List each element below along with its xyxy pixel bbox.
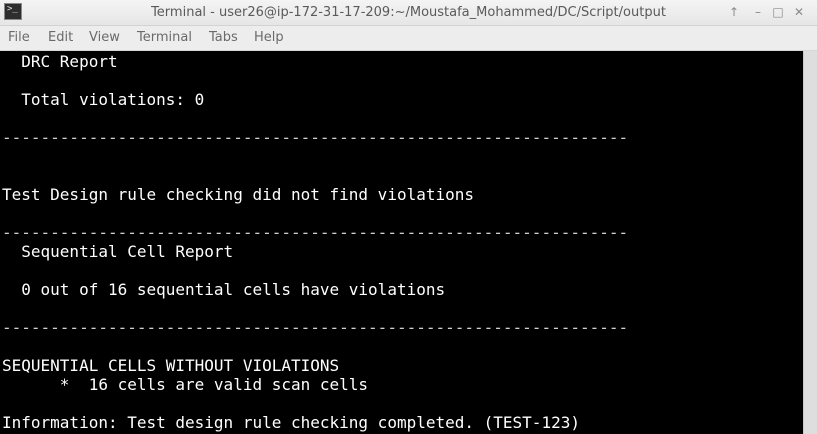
- separator-line: ----------------------------------------…: [2, 318, 629, 337]
- terminal-line: * 16 cells are valid scan cells: [2, 375, 369, 394]
- terminal-line: DRC Report: [2, 52, 118, 71]
- terminal-line: Information: Test design rule checking c…: [2, 413, 580, 432]
- terminal-window: >_ Terminal - user26@ip-172-31-17-209:~/…: [0, 0, 817, 434]
- restore-button[interactable]: □: [768, 2, 788, 22]
- menu-view[interactable]: View: [89, 26, 120, 50]
- terminal-line: Test Design rule checking did not find v…: [2, 185, 475, 204]
- minimize-button[interactable]: –: [748, 2, 768, 22]
- menu-terminal[interactable]: Terminal: [137, 26, 192, 50]
- terminal-line: Sequential Cell Report: [2, 242, 234, 261]
- menu-help[interactable]: Help: [254, 26, 284, 50]
- title-bar[interactable]: >_ Terminal - user26@ip-172-31-17-209:~/…: [0, 0, 817, 26]
- menu-tabs[interactable]: Tabs: [209, 26, 238, 50]
- close-button[interactable]: ✕: [789, 2, 809, 22]
- menu-bar: File Edit View Terminal Tabs Help: [0, 26, 817, 51]
- terminal-line: Total violations: 0: [2, 90, 205, 109]
- maximize-up-button[interactable]: ↑: [724, 2, 744, 22]
- menu-file[interactable]: File: [8, 26, 30, 50]
- terminal-output[interactable]: DRC Report Total violations: 0 ---------…: [0, 51, 803, 434]
- separator-line: ----------------------------------------…: [2, 128, 629, 147]
- menu-edit[interactable]: Edit: [48, 26, 73, 50]
- window-title: Terminal - user26@ip-172-31-17-209:~/Mou…: [151, 5, 666, 20]
- terminal-line: 0 out of 16 sequential cells have violat…: [2, 280, 446, 299]
- separator-line: ----------------------------------------…: [2, 223, 629, 242]
- vertical-scrollbar[interactable]: [803, 51, 817, 434]
- terminal-line: SEQUENTIAL CELLS WITHOUT VIOLATIONS: [2, 356, 340, 375]
